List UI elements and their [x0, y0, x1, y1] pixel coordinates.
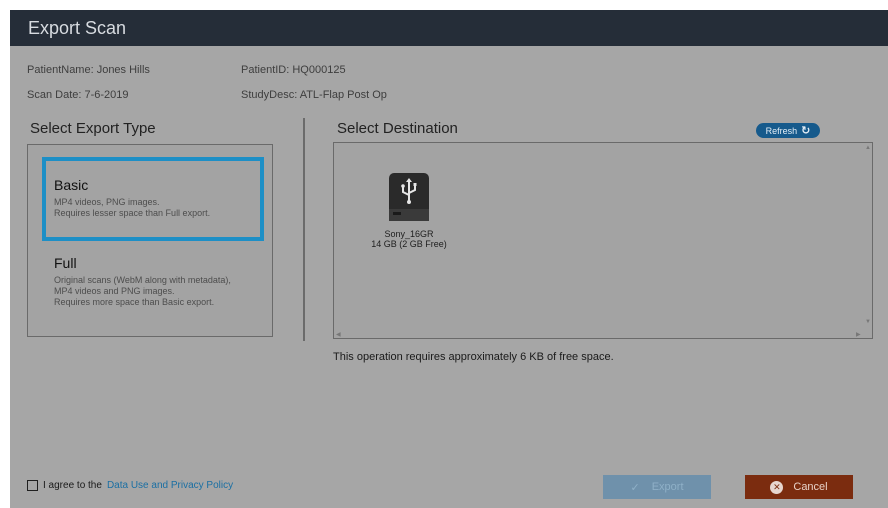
study-desc: StudyDesc: ATL-Flap Post Op	[241, 89, 387, 101]
destination-heading: Select Destination	[337, 120, 458, 137]
refresh-icon: ↻	[801, 125, 811, 137]
export-option-basic[interactable]: Basic MP4 videos, PNG images. Requires l…	[42, 157, 264, 241]
export-type-panel: Basic MP4 videos, PNG images. Requires l…	[27, 144, 273, 337]
scroll-left-icon[interactable]: ◀	[336, 331, 341, 338]
scroll-down-icon[interactable]: ▼	[865, 319, 871, 325]
horizontal-scrollbar[interactable]: ◀ ▶	[334, 330, 866, 338]
device-size: 14 GB (2 GB Free)	[371, 239, 447, 249]
refresh-button[interactable]: Refresh ↻	[756, 123, 820, 138]
export-button[interactable]: ✓ Export	[603, 475, 711, 499]
refresh-label: Refresh	[765, 125, 798, 136]
cancel-label: Cancel	[793, 481, 828, 493]
patient-name: PatientName: Jones Hills	[27, 64, 150, 76]
title-bar: Export Scan	[10, 10, 888, 46]
space-requirement-note: This operation requires approximately 6 …	[333, 351, 614, 363]
option-desc-line: Requires more space than Basic export.	[54, 297, 215, 307]
scroll-up-icon[interactable]: ▲	[865, 145, 871, 151]
destination-panel: Sony_16GR 14 GB (2 GB Free) ▲ ▼ ◀ ▶	[333, 142, 873, 339]
option-desc-line: Original scans (WebM along with metadata…	[54, 275, 231, 285]
option-desc-line: MP4 videos, PNG images.	[54, 197, 160, 207]
close-circle-icon: ✕	[770, 480, 784, 494]
device-name: Sony_16GR	[384, 229, 434, 239]
dialog-title: Export Scan	[28, 18, 127, 38]
vertical-scrollbar[interactable]: ▲ ▼	[864, 143, 872, 328]
patient-id: PatientID: HQ000125	[241, 64, 346, 76]
usb-drive-icon	[387, 171, 431, 223]
check-icon: ✓	[630, 481, 640, 494]
agree-text: I agree to the	[43, 480, 102, 491]
export-label: Export	[651, 481, 684, 493]
export-scan-dialog: Export Scan PatientName: Jones Hills Pat…	[10, 10, 888, 508]
export-type-heading: Select Export Type	[30, 120, 156, 137]
option-desc-line: Requires lesser space than Full export.	[54, 208, 211, 218]
section-divider	[303, 118, 305, 341]
agree-checkbox[interactable]	[27, 480, 38, 491]
scan-date: Scan Date: 7-6-2019	[27, 89, 129, 101]
option-title: Full	[54, 255, 77, 271]
agreement-row: I agree to the Data Use and Privacy Poli…	[27, 480, 233, 491]
privacy-policy-link[interactable]: Data Use and Privacy Policy	[107, 480, 233, 491]
export-option-full[interactable]: Full Original scans (WebM along with met…	[42, 255, 264, 325]
device-item[interactable]: Sony_16GR 14 GB (2 GB Free)	[364, 171, 454, 249]
scroll-right-icon[interactable]: ▶	[856, 331, 861, 338]
option-title: Basic	[54, 177, 89, 193]
option-desc-line: MP4 videos and PNG images.	[54, 286, 175, 296]
cancel-button[interactable]: ✕ Cancel	[745, 475, 853, 499]
